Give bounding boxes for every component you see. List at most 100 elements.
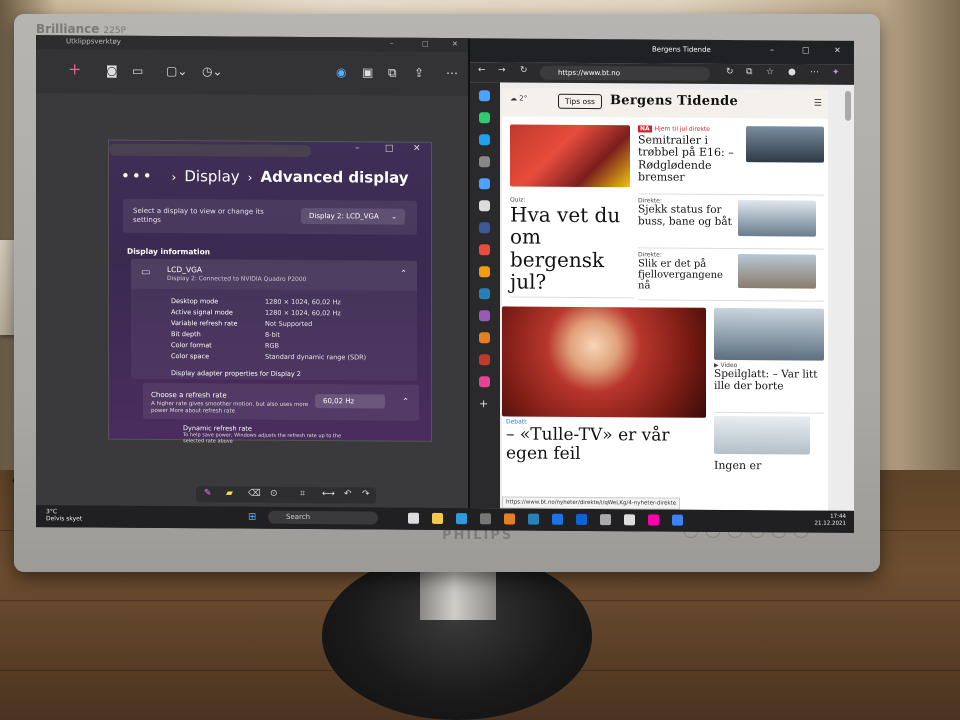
touch-icon[interactable]: ⊙ bbox=[270, 489, 278, 499]
camera-icon[interactable]: ◙ bbox=[106, 64, 118, 78]
new-snip-icon[interactable]: + bbox=[68, 59, 81, 78]
article-card[interactable]: NÅ Hjem til jul direkte Semitrailer i trø… bbox=[638, 125, 824, 196]
refresh-rate-select[interactable]: 60,02 Hz bbox=[315, 394, 385, 409]
sidebar-app-icon[interactable] bbox=[479, 178, 490, 190]
maximize-button[interactable]: □ bbox=[802, 45, 810, 54]
more-breadcrumb[interactable]: ••• bbox=[121, 167, 154, 185]
undo-icon[interactable]: ↶ bbox=[344, 489, 352, 499]
sidebar-app-icon[interactable] bbox=[479, 310, 490, 322]
pen-icon[interactable]: ✎ bbox=[204, 488, 212, 498]
app-icon[interactable] bbox=[600, 514, 611, 526]
refresh-rate-title: Choose a refresh rate bbox=[151, 390, 227, 400]
edge-icon[interactable]: ◉ bbox=[336, 65, 346, 79]
article-image[interactable] bbox=[714, 307, 824, 361]
maximize-button[interactable]: □ bbox=[422, 40, 429, 48]
article-image[interactable] bbox=[502, 306, 706, 418]
video-icon[interactable]: ▭ bbox=[132, 64, 143, 78]
refresh-rate-card: Choose a refresh rate A higher rate give… bbox=[143, 382, 419, 421]
chevron-up-icon[interactable]: ⌃ bbox=[400, 269, 407, 278]
sidebar-app-icon[interactable] bbox=[479, 332, 490, 344]
eraser-icon[interactable]: ⌫ bbox=[248, 489, 261, 499]
sidebar-app-icon[interactable] bbox=[479, 112, 490, 124]
add-icon[interactable]: + bbox=[479, 397, 490, 410]
sidebar-app-icon[interactable] bbox=[479, 156, 490, 168]
minimize-button[interactable]: – bbox=[770, 45, 774, 54]
snip-mode-icon[interactable]: ▢⌄ bbox=[166, 64, 187, 78]
save-icon[interactable]: ▣ bbox=[362, 65, 373, 79]
refresh-icon[interactable]: ↻ bbox=[726, 67, 734, 77]
app-icon[interactable] bbox=[672, 514, 683, 526]
store-icon[interactable] bbox=[480, 513, 491, 525]
sidebar-app-icon[interactable] bbox=[479, 354, 490, 366]
close-icon[interactable]: ✕ bbox=[413, 144, 421, 154]
more-icon[interactable]: ⋯ bbox=[810, 68, 819, 78]
article-card[interactable]: Quiz: Hva vet du om bergensk jul? bbox=[510, 196, 634, 299]
crop-icon[interactable]: ⌗ bbox=[300, 489, 305, 499]
app-icon[interactable] bbox=[624, 514, 635, 526]
article-headline[interactable]: Ingen er bbox=[714, 459, 761, 473]
chevron-up-icon[interactable]: ⌃ bbox=[402, 397, 409, 406]
article-image[interactable] bbox=[510, 124, 630, 188]
tab-title[interactable]: Bergens Tidende bbox=[652, 45, 711, 53]
article-card[interactable]: Debatt – «Tulle-TV» er vår egen feil bbox=[506, 418, 706, 480]
taskbar-search[interactable]: Search bbox=[268, 510, 378, 525]
monitor-name: LCD_VGA bbox=[167, 265, 203, 275]
weather-widget[interactable]: 3°C Delvis skyet bbox=[46, 508, 82, 522]
sidebar-app-icon[interactable] bbox=[479, 376, 490, 388]
maximize-icon[interactable]: □ bbox=[385, 144, 394, 154]
article-card[interactable]: Direkte: Sjekk status for buss, bane og … bbox=[638, 197, 824, 250]
sidebar-app-icon[interactable] bbox=[479, 288, 490, 300]
settings-search-bar[interactable] bbox=[109, 143, 311, 158]
minimize-button[interactable]: – bbox=[390, 40, 394, 48]
favorites-icon[interactable]: ☆ bbox=[766, 67, 774, 77]
display-select[interactable]: Display 2: LCD_VGA ⌄ bbox=[301, 207, 405, 225]
sidebar-app-icon[interactable] bbox=[479, 134, 490, 146]
back-icon[interactable]: ← bbox=[478, 65, 486, 75]
forward-icon[interactable]: → bbox=[498, 65, 506, 75]
ruler-icon[interactable]: ⟷ bbox=[322, 489, 335, 499]
bt-logo[interactable]: Bergens Tidende bbox=[610, 93, 738, 109]
sidebar-app-icon[interactable] bbox=[479, 200, 490, 212]
breadcrumb-display[interactable]: Display bbox=[184, 167, 239, 185]
display-info-header[interactable]: ▭ LCD_VGA Display 2: Connected to NVIDIA… bbox=[131, 258, 417, 291]
sidebar-app-icon[interactable] bbox=[479, 244, 490, 256]
share-icon[interactable]: ⇪ bbox=[414, 66, 424, 80]
article-card[interactable]: Direkte: Slik er det på fjellovergangene… bbox=[638, 251, 824, 302]
markup-toolbar: ✎ ▰ ⌫ ⊙ ⌗ ⟷ ↶ ↷ bbox=[196, 486, 376, 504]
article-image[interactable] bbox=[714, 415, 810, 455]
taskview-icon[interactable] bbox=[408, 512, 419, 524]
minimize-icon[interactable]: – bbox=[355, 143, 360, 153]
tips-button[interactable]: Tips oss bbox=[558, 93, 602, 110]
adapter-properties-link[interactable]: Display adapter properties for Display 2 bbox=[171, 369, 301, 378]
highlighter-icon[interactable]: ▰ bbox=[226, 488, 233, 498]
app-icon[interactable] bbox=[648, 514, 659, 526]
app-icon[interactable] bbox=[528, 513, 539, 525]
profile-icon[interactable]: ● bbox=[788, 67, 796, 77]
outlook-icon[interactable] bbox=[576, 513, 587, 525]
close-button[interactable]: ✕ bbox=[834, 46, 841, 55]
clock[interactable]: 17:44 21.12.2021 bbox=[815, 514, 847, 528]
file-explorer-icon[interactable] bbox=[432, 512, 443, 524]
info-row: Desktop mode 1280 × 1024, 60,02 Hz bbox=[171, 297, 341, 307]
windows-start-icon[interactable]: ⊞ bbox=[248, 512, 256, 523]
copy-icon[interactable]: ⧉ bbox=[388, 66, 397, 81]
more-icon[interactable]: ⋯ bbox=[446, 66, 458, 80]
app-icon[interactable] bbox=[552, 513, 563, 525]
collections-icon[interactable]: ⧉ bbox=[746, 67, 752, 77]
edge-icon[interactable] bbox=[456, 513, 467, 525]
sidebar-app-icon[interactable] bbox=[479, 90, 490, 102]
copilot-icon[interactable]: ✦ bbox=[832, 68, 840, 78]
chevron-right-icon: › bbox=[171, 170, 177, 185]
timer-icon[interactable]: ◷⌄ bbox=[202, 64, 223, 78]
redo-icon[interactable]: ↷ bbox=[362, 489, 370, 499]
menu-icon[interactable]: ☰ bbox=[814, 99, 822, 109]
app-icon[interactable] bbox=[504, 513, 515, 525]
scrollbar[interactable] bbox=[845, 90, 851, 121]
address-bar[interactable]: https://www.bt.no bbox=[540, 65, 710, 81]
sidebar-app-icon[interactable] bbox=[479, 222, 490, 234]
weather-widget[interactable]: ☁ 2° bbox=[510, 94, 527, 102]
close-button[interactable]: ✕ bbox=[452, 40, 458, 48]
sidebar-app-icon[interactable] bbox=[479, 266, 490, 278]
article-card[interactable]: ▶ Video Speilglatt: – Var litt ille der … bbox=[714, 361, 824, 414]
refresh-icon[interactable]: ↻ bbox=[520, 66, 528, 76]
